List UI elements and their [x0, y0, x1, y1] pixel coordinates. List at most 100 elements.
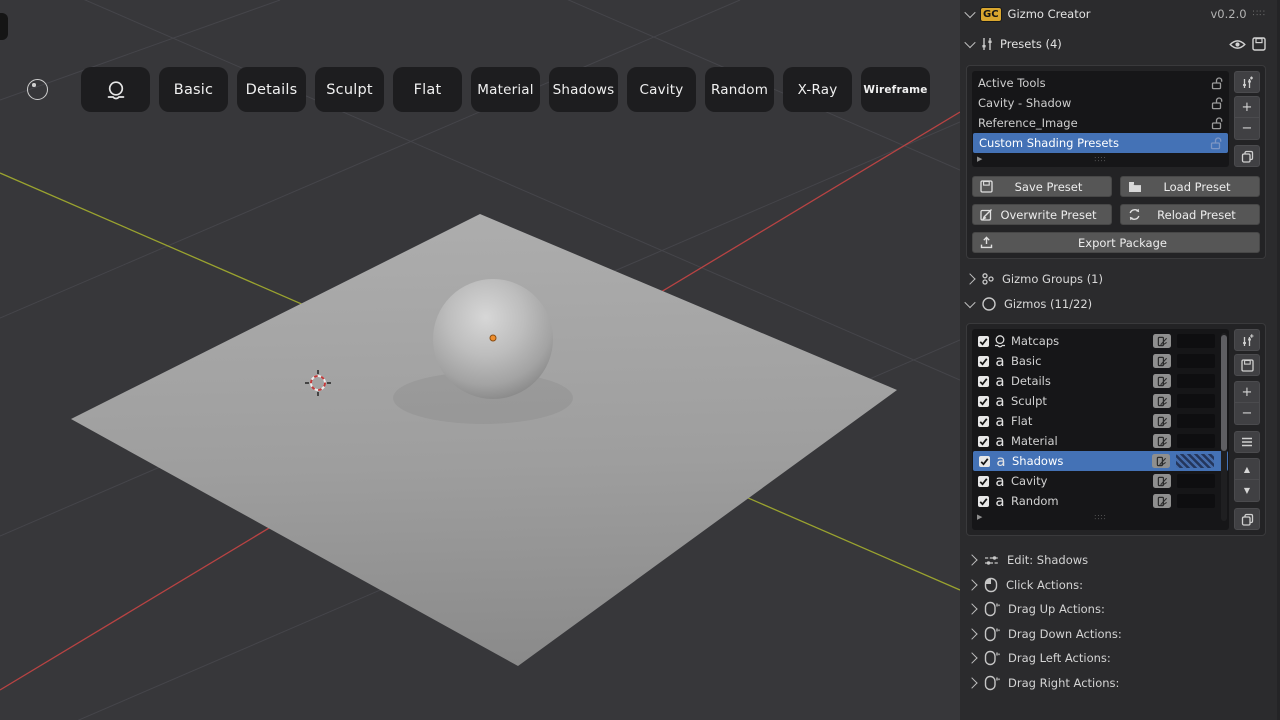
expand-triangle-icon[interactable]: ▶ — [977, 514, 982, 521]
checkbox-checked[interactable] — [979, 455, 990, 467]
gizmo-button-details[interactable]: Details — [237, 67, 306, 112]
gizmo-button-flat[interactable]: Flat — [393, 67, 462, 112]
chevron-down-icon[interactable] — [964, 6, 976, 19]
gizmo-button-cavity[interactable]: Cavity — [627, 67, 696, 112]
rename-button[interactable] — [1153, 334, 1171, 348]
duplicate-preset-button[interactable] — [1234, 145, 1260, 167]
eye-icon[interactable] — [1229, 39, 1246, 50]
clipped-toolbar-button[interactable] — [0, 13, 8, 40]
gizmo-slot[interactable] — [1177, 354, 1215, 368]
checkbox-checked[interactable] — [978, 435, 989, 447]
checkbox-checked[interactable] — [978, 415, 989, 427]
rename-button[interactable] — [1153, 434, 1171, 448]
preset-row[interactable]: Active Tools — [972, 73, 1229, 93]
panel-grip-icon[interactable]: ∷∷ — [1253, 10, 1266, 19]
gizmo-row[interactable]: a Cavity — [972, 471, 1229, 491]
chevron-right-icon[interactable] — [966, 579, 978, 591]
remove-gizmo-button[interactable]: − — [1234, 403, 1260, 425]
preset-row[interactable]: Reference_Image — [972, 113, 1229, 133]
gizmo-row-selected[interactable]: a Shadows — [973, 451, 1228, 471]
rename-button[interactable] — [1152, 454, 1170, 468]
checkbox-checked[interactable] — [978, 355, 989, 367]
unlock-icon[interactable] — [1211, 96, 1223, 110]
section-drag-left-actions[interactable]: Drag Left Actions: — [966, 646, 1266, 671]
checkbox-checked[interactable] — [978, 395, 989, 407]
gizmo-button-random[interactable]: Random — [705, 67, 774, 112]
resize-grip-icon[interactable]: ∷∷ — [1094, 513, 1106, 522]
section-drag-up-actions[interactable]: Drag Up Actions: — [966, 597, 1266, 622]
chevron-right-icon[interactable] — [966, 603, 978, 615]
rename-button[interactable] — [1153, 354, 1171, 368]
section-click-actions[interactable]: Click Actions: — [966, 573, 1266, 598]
gizmo-specials-button[interactable] — [1234, 329, 1260, 351]
gizmo-slot[interactable] — [1177, 374, 1215, 388]
add-gizmo-button[interactable]: + — [1234, 381, 1260, 403]
reload-preset-button[interactable]: Reload Preset — [1120, 204, 1260, 225]
checkbox-checked[interactable] — [978, 375, 989, 387]
gizmo-row[interactable]: a Details — [972, 371, 1229, 391]
unlock-icon[interactable] — [1211, 76, 1223, 90]
chevron-right-icon[interactable] — [966, 554, 978, 566]
gizmo-row[interactable]: a Sculpt — [972, 391, 1229, 411]
gizmo-slot[interactable] — [1177, 414, 1215, 428]
annotate-tool-icon[interactable] — [27, 79, 48, 100]
gizmo-slot[interactable] — [1177, 434, 1215, 448]
rename-button[interactable] — [1153, 394, 1171, 408]
gizmo-menu-button[interactable] — [1234, 431, 1260, 453]
gizmo-button-matcaps[interactable] — [81, 67, 150, 112]
section-drag-right-actions[interactable]: Drag Right Actions: — [966, 671, 1266, 696]
list-footer[interactable]: ▶ ∷∷ — [972, 153, 1229, 166]
gizmo-slot[interactable] — [1177, 394, 1215, 408]
overwrite-preset-button[interactable]: Overwrite Preset — [972, 204, 1112, 225]
preset-row[interactable]: Cavity - Shadow — [972, 93, 1229, 113]
rename-button[interactable] — [1153, 494, 1171, 508]
checkbox-checked[interactable] — [978, 335, 989, 347]
preset-row-selected[interactable]: Custom Shading Presets — [973, 133, 1228, 153]
section-edit-shadows[interactable]: Edit: Shadows — [966, 548, 1266, 573]
panel-header[interactable]: GC Gizmo Creator v0.2.0 ∷∷ — [964, 4, 1266, 24]
remove-preset-button[interactable]: − — [1234, 118, 1260, 140]
export-package-button[interactable]: Export Package — [972, 232, 1260, 253]
chevron-right-icon[interactable] — [966, 628, 978, 640]
add-preset-button[interactable]: + — [1234, 96, 1260, 118]
gizmo-row[interactable]: Matcaps — [972, 331, 1229, 351]
unlock-icon[interactable] — [1210, 136, 1222, 150]
gizmo-button-shadows[interactable]: Shadows — [549, 67, 618, 112]
scrollbar-thumb[interactable] — [1221, 335, 1227, 451]
gizmo-button-basic[interactable]: Basic — [159, 67, 228, 112]
move-up-button[interactable]: ▲ — [1234, 458, 1260, 480]
expand-triangle-icon[interactable]: ▶ — [977, 156, 982, 163]
gizmo-groups-header[interactable]: Gizmo Groups (1) — [964, 269, 1266, 288]
gizmo-button-wireframe[interactable]: Wireframe — [861, 67, 930, 112]
rename-button[interactable] — [1153, 474, 1171, 488]
section-drag-down-actions[interactable]: Drag Down Actions: — [966, 622, 1266, 647]
gizmo-row[interactable]: a Basic — [972, 351, 1229, 371]
checkbox-checked[interactable] — [978, 495, 989, 507]
3d-viewport[interactable]: Basic Details Sculpt Flat Material Shado… — [0, 0, 960, 720]
move-down-button[interactable]: ▼ — [1234, 480, 1260, 502]
list-footer[interactable]: ▶ ∷∷ — [972, 511, 1229, 524]
checkbox-checked[interactable] — [978, 475, 989, 487]
gizmo-button-sculpt[interactable]: Sculpt — [315, 67, 384, 112]
gizmo-button-xray[interactable]: X-Ray — [783, 67, 852, 112]
gizmo-slot-hatched[interactable] — [1176, 454, 1214, 468]
rename-button[interactable] — [1153, 414, 1171, 428]
gizmo-slot[interactable] — [1177, 474, 1215, 488]
load-preset-button[interactable]: Load Preset — [1120, 176, 1260, 197]
chevron-right-icon[interactable] — [966, 652, 978, 664]
rename-button[interactable] — [1153, 374, 1171, 388]
preset-list[interactable]: Active Tools Cavity - Shadow Reference_I… — [972, 71, 1229, 167]
save-gizmo-button[interactable] — [1234, 354, 1260, 376]
preset-specials-button[interactable] — [1234, 71, 1260, 93]
gizmo-row[interactable]: a Material — [972, 431, 1229, 451]
resize-grip-icon[interactable]: ∷∷ — [1094, 155, 1106, 164]
save-icon[interactable] — [1252, 37, 1266, 51]
presets-header[interactable]: Presets (4) — [964, 33, 1266, 55]
chevron-down-icon[interactable] — [964, 36, 976, 49]
gizmo-slot[interactable] — [1177, 494, 1215, 508]
gizmo-row[interactable]: a Random — [972, 491, 1229, 511]
chevron-right-icon[interactable] — [964, 272, 976, 285]
gizmos-header[interactable]: Gizmos (11/22) — [964, 294, 1266, 314]
gizmo-row[interactable]: a Flat — [972, 411, 1229, 431]
gizmo-list[interactable]: Matcaps a Basic a Details a Sculpt a Fla… — [972, 329, 1229, 530]
